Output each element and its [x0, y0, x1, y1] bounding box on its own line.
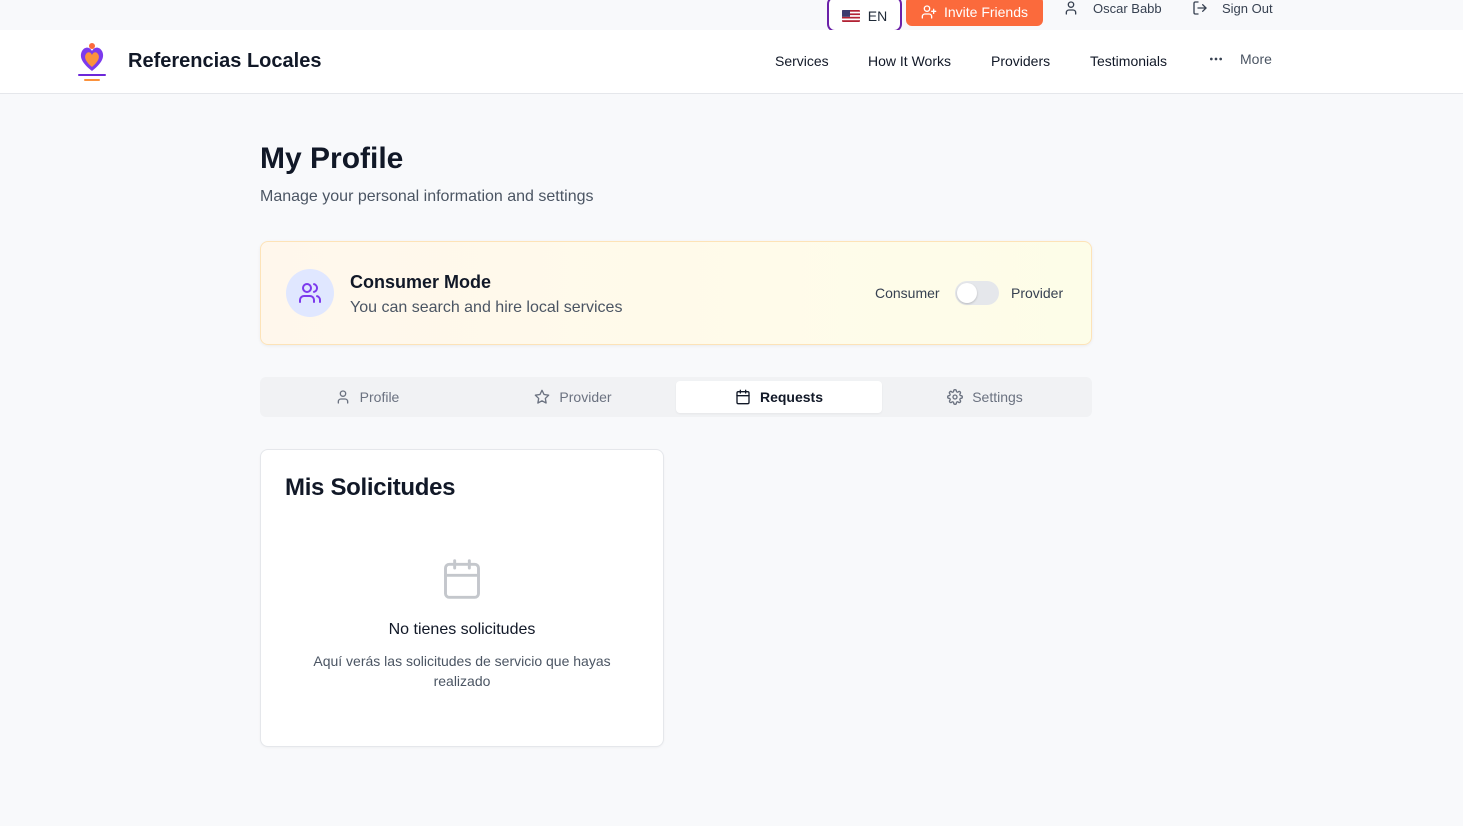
star-icon [534, 389, 550, 405]
requests-card: Mis Solicitudes No tienes solicitudes Aq… [260, 449, 664, 747]
user-icon [1063, 0, 1079, 16]
brand-name[interactable]: Referencias Locales [128, 50, 321, 73]
tab-label: Profile [359, 389, 400, 405]
user-name: Oscar Babb [1093, 0, 1162, 16]
profile-tabs: Profile Provider Requests Settings [260, 377, 1092, 417]
switch-knob [957, 283, 977, 303]
user-icon [335, 389, 351, 405]
nav-testimonials[interactable]: Testimonials [1090, 53, 1167, 69]
invite-friends-button[interactable]: Invite Friends [906, 0, 1043, 26]
invite-friends-label: Invite Friends [943, 4, 1029, 20]
nav-more-menu[interactable]: More [1208, 51, 1272, 67]
user-plus-icon [921, 4, 937, 20]
calendar-icon [735, 389, 751, 405]
page-title: My Profile [260, 142, 404, 175]
sign-out-label: Sign Out [1222, 0, 1273, 16]
top-utility-bar: EN Invite Friends Oscar Babb Sign Out [0, 0, 1463, 32]
consumer-label: Consumer [875, 285, 940, 301]
tab-label: Settings [972, 389, 1023, 405]
tab-label: Provider [559, 389, 612, 405]
empty-state-title: No tienes solicitudes [388, 621, 536, 638]
provider-label: Provider [1011, 285, 1064, 301]
more-label: More [1240, 51, 1272, 67]
language-code: EN [867, 8, 888, 24]
tab-label: Requests [759, 389, 824, 405]
page-subtitle: Manage your personal information and set… [260, 188, 594, 205]
main-header: Referencias Locales Services How It Work… [0, 30, 1463, 94]
us-flag-icon [841, 10, 860, 22]
tab-provider[interactable]: Provider [470, 381, 676, 413]
log-out-icon [1192, 0, 1208, 16]
nav-how-it-works[interactable]: How It Works [868, 53, 951, 69]
calendar-icon [440, 555, 484, 603]
mode-avatar [286, 269, 334, 317]
users-icon [299, 283, 321, 303]
sign-out-link[interactable]: Sign Out [1192, 0, 1273, 16]
requests-title: Mis Solicitudes [285, 474, 456, 501]
mode-card: Consumer Mode You can search and hire lo… [260, 241, 1092, 345]
language-selector[interactable]: EN [827, 0, 902, 32]
tab-profile[interactable]: Profile [264, 381, 470, 413]
nav-services[interactable]: Services [775, 53, 829, 69]
empty-state-description: Aquí verás las solicitudes de servicio q… [313, 653, 611, 689]
nav-providers[interactable]: Providers [991, 53, 1050, 69]
tab-requests[interactable]: Requests [676, 381, 882, 413]
mode-title: Consumer Mode [350, 272, 492, 292]
mode-toggle-switch[interactable] [955, 281, 999, 305]
gear-icon [947, 389, 964, 405]
brand-logo[interactable] [76, 41, 108, 83]
tab-settings[interactable]: Settings [882, 381, 1088, 413]
mode-description: You can search and hire local services [350, 299, 623, 316]
user-menu[interactable]: Oscar Babb [1063, 0, 1162, 16]
more-horizontal-icon [1208, 51, 1224, 67]
